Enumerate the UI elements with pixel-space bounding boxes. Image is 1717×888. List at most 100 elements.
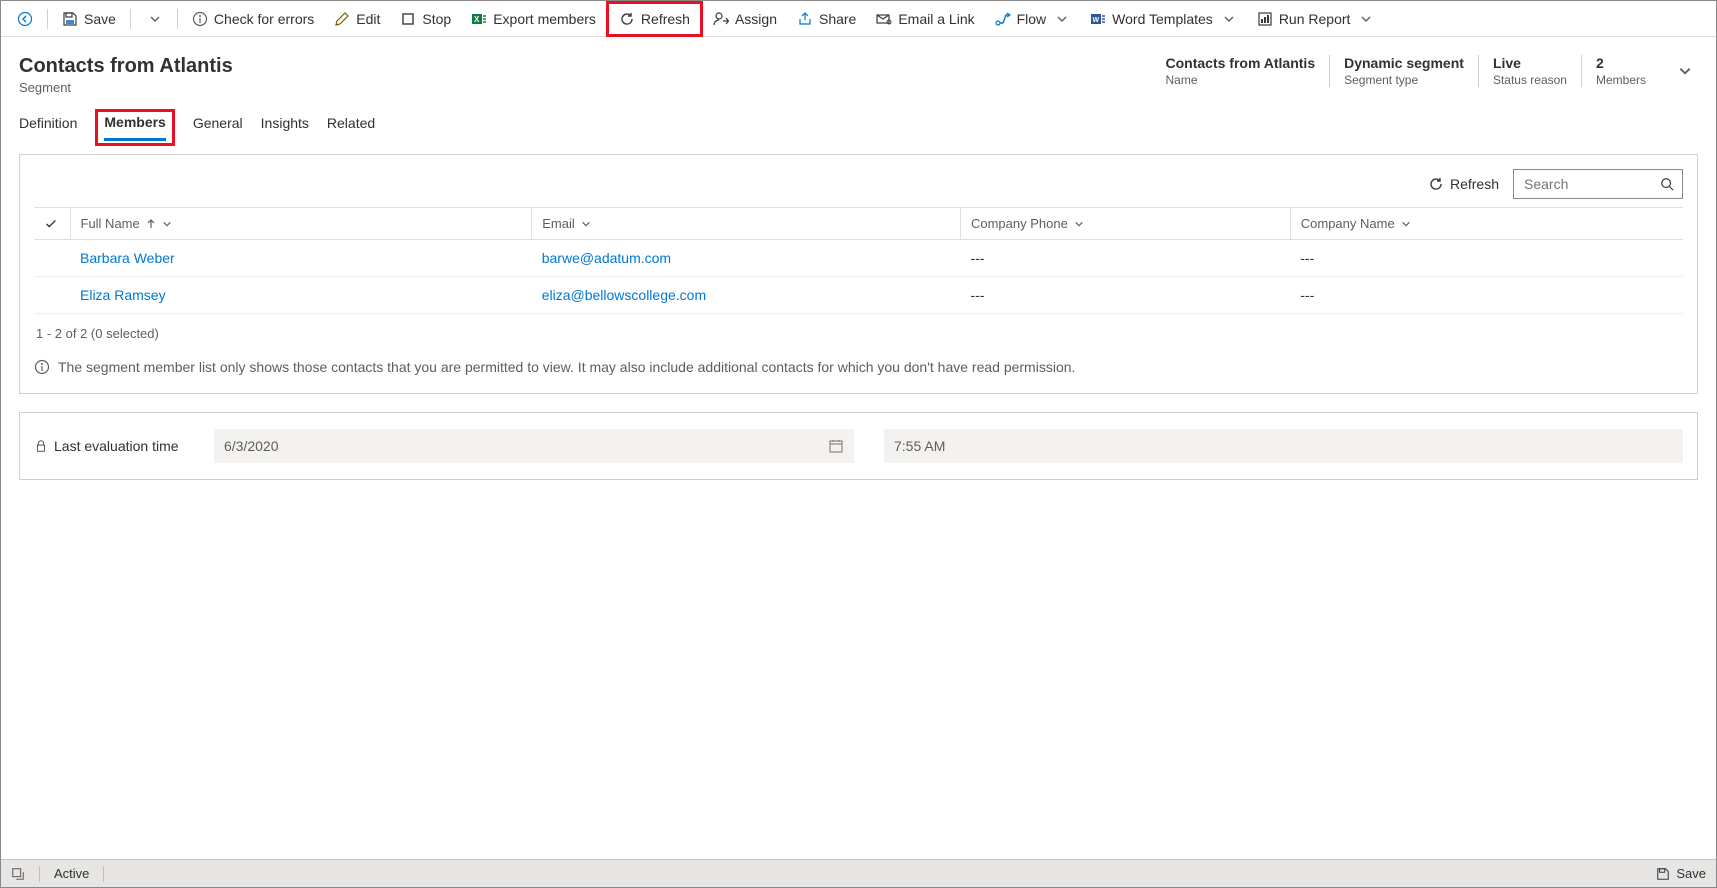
share-icon bbox=[797, 11, 813, 27]
evaluation-time-field: 7:55 AM bbox=[884, 429, 1683, 463]
export-members-button[interactable]: X Export members bbox=[461, 1, 606, 37]
cell-full-name[interactable]: Eliza Ramsey bbox=[70, 277, 532, 314]
save-button[interactable]: Save bbox=[52, 1, 126, 37]
run-report-label: Run Report bbox=[1279, 11, 1351, 27]
table-row[interactable]: Eliza Ramsey eliza@bellowscollege.com --… bbox=[34, 277, 1683, 314]
tab-strip: Definition Members General Insights Rela… bbox=[1, 103, 1716, 146]
save-icon bbox=[1656, 867, 1670, 881]
save-label: Save bbox=[84, 11, 116, 27]
assign-label: Assign bbox=[735, 11, 777, 27]
chevron-down-icon bbox=[1358, 11, 1374, 27]
evaluation-time-value: 7:55 AM bbox=[894, 438, 945, 454]
chevron-down-icon bbox=[1221, 11, 1237, 27]
chevron-down-icon bbox=[1678, 64, 1692, 78]
word-templates-label: Word Templates bbox=[1112, 11, 1213, 27]
edit-button[interactable]: Edit bbox=[324, 1, 390, 37]
info-icon bbox=[34, 359, 50, 375]
grid-refresh-label: Refresh bbox=[1450, 176, 1499, 192]
info-note: The segment member list only shows those… bbox=[34, 351, 1683, 379]
run-report-button[interactable]: Run Report bbox=[1247, 1, 1385, 37]
stop-label: Stop bbox=[422, 11, 451, 27]
record-summary: Contacts from Atlantis Name Dynamic segm… bbox=[1152, 55, 1699, 87]
content-area: Contacts from Atlantis Segment Contacts … bbox=[1, 37, 1716, 859]
tab-general[interactable]: General bbox=[193, 109, 243, 146]
assign-button[interactable]: Assign bbox=[703, 1, 787, 37]
column-full-name[interactable]: Full Name bbox=[70, 208, 532, 240]
column-email[interactable]: Email bbox=[532, 208, 961, 240]
back-icon bbox=[17, 11, 33, 27]
summary-status-reason: Live Status reason bbox=[1478, 55, 1581, 87]
check-icon bbox=[44, 217, 58, 231]
search-icon bbox=[1660, 177, 1674, 191]
summary-value: Contacts from Atlantis bbox=[1166, 55, 1316, 71]
email-icon bbox=[876, 11, 892, 27]
back-button[interactable] bbox=[7, 1, 43, 37]
evaluation-label-text: Last evaluation time bbox=[54, 438, 179, 454]
save-dropdown[interactable] bbox=[135, 1, 173, 37]
table-row[interactable]: Barbara Weber barwe@adatum.com --- --- bbox=[34, 240, 1683, 277]
tab-members-highlight: Members bbox=[95, 109, 174, 146]
refresh-label: Refresh bbox=[641, 11, 690, 27]
grid-refresh-button[interactable]: Refresh bbox=[1428, 176, 1499, 192]
status-bar: Active Save bbox=[1, 859, 1716, 887]
chevron-down-icon bbox=[1401, 219, 1411, 229]
export-members-label: Export members bbox=[493, 11, 596, 27]
row-select[interactable] bbox=[34, 277, 70, 314]
lock-icon bbox=[34, 439, 48, 453]
search-input[interactable] bbox=[1522, 175, 1642, 193]
email-link-label: Email a Link bbox=[898, 11, 974, 27]
chevron-down-icon bbox=[1074, 219, 1084, 229]
members-panel: Refresh bbox=[19, 154, 1698, 394]
word-templates-button[interactable]: W Word Templates bbox=[1080, 1, 1247, 37]
edit-label: Edit bbox=[356, 11, 380, 27]
chevron-down-icon bbox=[147, 11, 163, 27]
grid-search[interactable] bbox=[1513, 169, 1683, 199]
info-icon bbox=[192, 11, 208, 27]
tab-members[interactable]: Members bbox=[104, 114, 165, 141]
summary-expand[interactable] bbox=[1660, 64, 1698, 78]
page-title: Contacts from Atlantis bbox=[19, 55, 233, 78]
email-link-button[interactable]: Email a Link bbox=[866, 1, 984, 37]
stop-button[interactable]: Stop bbox=[390, 1, 461, 37]
flow-label: Flow bbox=[1017, 11, 1047, 27]
svg-text:X: X bbox=[474, 15, 480, 24]
column-select[interactable] bbox=[34, 208, 70, 240]
evaluation-panel: Last evaluation time 6/3/2020 7:55 AM bbox=[19, 412, 1698, 480]
share-button[interactable]: Share bbox=[787, 1, 866, 37]
column-company-name[interactable]: Company Name bbox=[1290, 208, 1683, 240]
row-select[interactable] bbox=[34, 240, 70, 277]
column-label: Company Phone bbox=[971, 216, 1068, 231]
chevron-down-icon bbox=[581, 219, 591, 229]
info-text: The segment member list only shows those… bbox=[58, 359, 1075, 375]
cell-full-name[interactable]: Barbara Weber bbox=[70, 240, 532, 277]
summary-label: Segment type bbox=[1344, 73, 1464, 87]
chevron-down-icon bbox=[162, 219, 172, 229]
stop-icon bbox=[400, 11, 416, 27]
summary-value: 2 bbox=[1596, 55, 1646, 71]
excel-icon: X bbox=[471, 11, 487, 27]
evaluation-date-value: 6/3/2020 bbox=[224, 438, 279, 454]
assign-icon bbox=[713, 11, 729, 27]
evaluation-date-field: 6/3/2020 bbox=[214, 429, 854, 463]
statusbar-save-button[interactable]: Save bbox=[1656, 866, 1706, 881]
refresh-icon bbox=[1428, 176, 1444, 192]
report-icon bbox=[1257, 11, 1273, 27]
separator bbox=[103, 866, 104, 882]
statusbar-save-label: Save bbox=[1676, 866, 1706, 881]
summary-name: Contacts from Atlantis Name bbox=[1152, 55, 1330, 87]
cell-email[interactable]: barwe@adatum.com bbox=[532, 240, 961, 277]
popout-icon[interactable] bbox=[11, 867, 25, 881]
flow-button[interactable]: Flow bbox=[985, 1, 1081, 37]
command-bar: Save Check for errors Edit Stop bbox=[1, 1, 1716, 37]
cell-email[interactable]: eliza@bellowscollege.com bbox=[532, 277, 961, 314]
tab-related[interactable]: Related bbox=[327, 109, 375, 146]
check-errors-button[interactable]: Check for errors bbox=[182, 1, 324, 37]
tab-definition[interactable]: Definition bbox=[19, 109, 77, 146]
record-header: Contacts from Atlantis Segment bbox=[19, 55, 233, 95]
column-company-phone[interactable]: Company Phone bbox=[960, 208, 1290, 240]
calendar-icon bbox=[828, 438, 844, 454]
separator bbox=[177, 9, 178, 29]
separator bbox=[47, 9, 48, 29]
tab-insights[interactable]: Insights bbox=[261, 109, 309, 146]
refresh-button[interactable]: Refresh bbox=[606, 1, 703, 37]
